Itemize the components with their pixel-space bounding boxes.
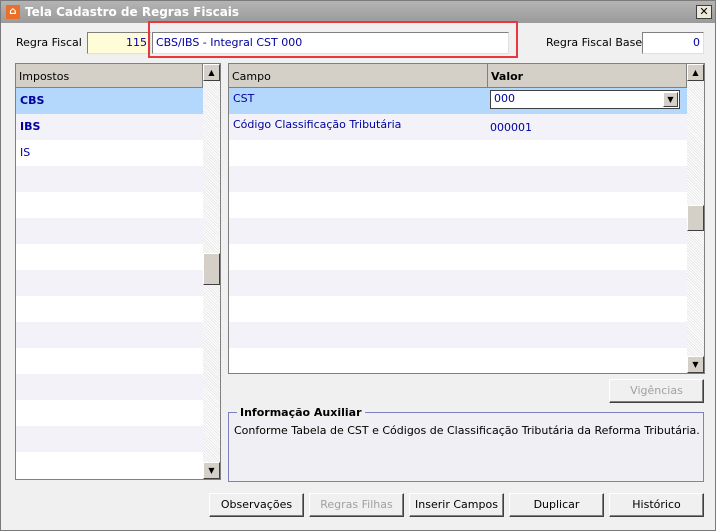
campo-cell: CST bbox=[233, 92, 255, 105]
window-title: Tela Cadastro de Regras Fiscais bbox=[25, 5, 240, 19]
scroll-up-icon[interactable]: ▲ bbox=[203, 64, 220, 81]
vigencias-button[interactable]: Vigências bbox=[609, 379, 704, 403]
regra-fiscal-input[interactable]: 115 bbox=[87, 32, 151, 54]
app-icon: ⌂ bbox=[6, 5, 20, 19]
informacao-auxiliar-group: Informação Auxiliar Conforme Tabela de C… bbox=[228, 406, 704, 482]
scroll-up-icon[interactable]: ▲ bbox=[687, 64, 704, 81]
list-item[interactable]: IS bbox=[16, 140, 203, 166]
campo-cell: Código Classificação Tributária bbox=[233, 118, 402, 131]
scroll-down-icon[interactable]: ▼ bbox=[687, 356, 704, 373]
campos-scrollbar[interactable]: ▲ ▼ bbox=[687, 64, 704, 373]
impostos-list: Impostos CBS IBS IS ▲ ▼ bbox=[15, 63, 221, 480]
regra-fiscal-label: Regra Fiscal bbox=[16, 36, 82, 49]
empty-row bbox=[16, 218, 203, 244]
list-item[interactable]: CBS bbox=[16, 88, 203, 114]
impostos-header: Impostos bbox=[16, 64, 203, 88]
empty-row bbox=[229, 166, 687, 192]
scroll-down-icon[interactable]: ▼ bbox=[203, 462, 220, 479]
impostos-scrollbar[interactable]: ▲ ▼ bbox=[203, 64, 220, 479]
info-title: Informação Auxiliar bbox=[237, 406, 365, 419]
empty-row bbox=[16, 166, 203, 192]
table-row[interactable]: Código Classificação Tributária 000001 bbox=[229, 114, 687, 140]
duplicar-button[interactable]: Duplicar bbox=[509, 493, 604, 517]
regra-fiscal-base-label: Regra Fiscal Base bbox=[546, 36, 643, 49]
info-text: Conforme Tabela de CST e Códigos de Clas… bbox=[234, 424, 700, 437]
valor-header: Valor bbox=[488, 64, 687, 88]
empty-row bbox=[16, 426, 203, 452]
chevron-down-icon[interactable]: ▼ bbox=[663, 92, 678, 107]
campo-header: Campo bbox=[229, 64, 488, 88]
cst-select-value: 000 bbox=[494, 92, 515, 105]
regra-fiscal-base-input[interactable]: 0 bbox=[642, 32, 704, 54]
list-item[interactable]: IBS bbox=[16, 114, 203, 140]
empty-row bbox=[16, 322, 203, 348]
valor-cell: 000001 bbox=[490, 121, 532, 134]
campos-grid: Campo Valor CST Código Classificação Tri… bbox=[228, 63, 705, 374]
close-button[interactable]: ✕ bbox=[696, 5, 712, 19]
empty-row bbox=[16, 374, 203, 400]
scroll-thumb[interactable] bbox=[203, 253, 220, 285]
historico-button[interactable]: Histórico bbox=[609, 493, 704, 517]
regras-fiscais-window: ⌂ Tela Cadastro de Regras Fiscais ✕ Regr… bbox=[0, 0, 716, 531]
empty-row bbox=[229, 270, 687, 296]
empty-row bbox=[16, 270, 203, 296]
observacoes-button[interactable]: Observações bbox=[209, 493, 304, 517]
empty-row bbox=[229, 218, 687, 244]
regras-filhas-button[interactable]: Regras Filhas bbox=[309, 493, 404, 517]
empty-row bbox=[229, 322, 687, 348]
cst-select[interactable]: 000 ▼ bbox=[490, 90, 680, 109]
inserir-campos-button[interactable]: Inserir Campos bbox=[409, 493, 504, 517]
title-bar: ⌂ Tela Cadastro de Regras Fiscais ✕ bbox=[1, 1, 715, 23]
highlight-box bbox=[148, 21, 518, 58]
scroll-thumb[interactable] bbox=[687, 205, 704, 231]
